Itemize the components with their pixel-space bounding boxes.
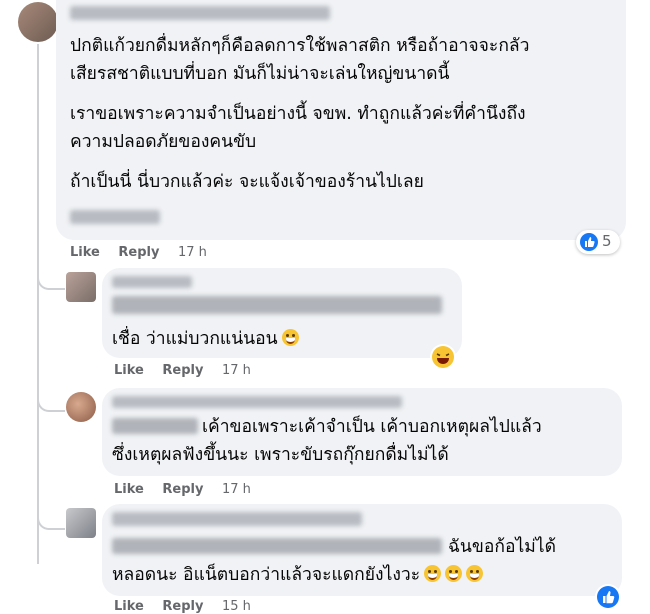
timestamp[interactable]: 17 h [222,482,251,497]
grinning-face-icon [281,329,299,346]
reaction-summary[interactable]: 5 [576,230,620,254]
like-button[interactable]: Like [114,599,144,614]
author-name-redacted[interactable] [112,512,362,526]
comment-actions: Like Reply 17 h [70,245,221,260]
timestamp[interactable]: 17 h [222,363,251,378]
comment-text-line: ความปลอดภัยของคนขับ [70,132,257,152]
timestamp[interactable]: 17 h [178,245,207,260]
reply-text-line: ซึ่งเหตุผลฟังขึ้นนะ เพราะขับรถกุ๊กยกดื่ม… [112,445,449,465]
reply-button[interactable]: Reply [162,599,203,614]
reply-button[interactable]: Reply [162,363,203,378]
author-name-redacted[interactable] [112,396,402,408]
comment-text-line: เสียรสชาติแบบที่บอก มันก็ไม่น่าจะเล่นใหญ… [70,64,450,84]
comment-text-line: เราขอเพราะความจำเป็นอย่างนี้ จขพ. ทำถูกแ… [70,104,526,124]
like-reaction-icon[interactable] [597,586,619,608]
reply-connector [37,390,65,412]
comment-text-line: ปกติแก้วยกดื่มหลักๆก็คือลดการใช้พลาสติก … [70,36,530,56]
avatar[interactable] [66,392,96,422]
redacted-text [112,296,442,314]
haha-reaction-icon[interactable] [432,346,454,368]
reply-button[interactable]: Reply [118,245,159,260]
like-reaction-icon [580,233,598,251]
reply-actions: Like Reply 17 h [114,363,265,378]
reply-text-line: ฉันขอก้อไม่ได้ [448,537,556,557]
author-name-redacted[interactable] [112,276,192,288]
author-name-redacted[interactable] [70,6,330,20]
laughing-tears-icon [445,565,463,582]
reply-connector [37,508,65,530]
redacted-text [112,418,198,434]
like-button[interactable]: Like [114,363,144,378]
laughing-tears-icon [466,565,484,582]
reply-text-line: หลอดนะ อิแน็ตบอกว่าแล้วจะแดกยังไงวะ [112,562,484,588]
reply-button[interactable]: Reply [162,482,203,497]
reply-text: เชื่อ ว่าแม่บวกแน่นอน [112,326,299,352]
avatar[interactable] [18,2,58,42]
reply-actions: Like Reply 17 h [114,482,265,497]
like-button[interactable]: Like [70,245,100,260]
like-button[interactable]: Like [114,482,144,497]
avatar[interactable] [66,508,96,538]
thread-line [37,44,39,564]
avatar[interactable] [66,272,96,302]
redacted-text [70,210,160,224]
reply-actions: Like Reply 15 h [114,599,265,614]
laughing-tears-icon [424,565,442,582]
redacted-text [112,538,442,554]
comment-text-line: ถ้าเป็นนี่ นี่บวกแล้วค่ะ จะแจ้งเจ้าของร้… [70,172,424,192]
reaction-count: 5 [602,232,612,250]
reply-connector [37,270,65,290]
reply-text-line: เค้าขอเพราะเค้าจำเป็น เค้าบอกเหตุผลไปแล้… [202,417,542,437]
timestamp[interactable]: 15 h [222,599,251,614]
